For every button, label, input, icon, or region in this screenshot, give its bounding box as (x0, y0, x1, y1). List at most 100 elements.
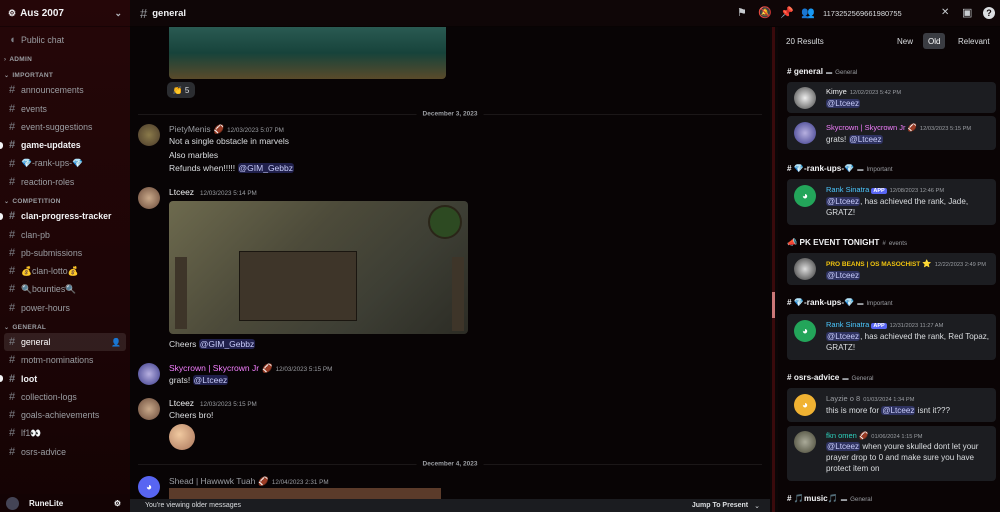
game-screenshot-attachment[interactable] (169, 201, 468, 334)
message-header: Ltceez 12/03/2023 5:14 PM (169, 187, 257, 197)
sort-new-button[interactable]: New (892, 33, 918, 49)
message[interactable]: Skycrown | Skycrown Jr 🏈 12/03/2023 5:15 P… (138, 363, 762, 389)
result-channel-header[interactable]: # 💎-rank-ups-💎 ▬ Important (787, 298, 893, 308)
message[interactable]: PietyMenis 🏈 12/03/2023 5:07 PM Not a sing… (138, 124, 762, 179)
jump-to-present-button[interactable]: Jump To Present (692, 502, 748, 509)
discord-icon[interactable]: ◕ (794, 320, 816, 342)
mention[interactable]: @Ltceez (192, 375, 229, 385)
sidebar-item-game-updates[interactable]: # game-updates (0, 136, 130, 154)
sidebar-item-bounties[interactable]: # 🔍bounties🔍 (0, 280, 130, 298)
username: RuneLite (29, 498, 64, 508)
mention[interactable]: @Ltceez (826, 442, 861, 451)
search-result[interactable]: ◕ Rank Sinatra APP 12/31/2023 11:27 AM @Lt… (787, 314, 996, 360)
search-result[interactable]: ◕ Layzie o 8 01/03/2024 1:34 PM this is m… (787, 388, 996, 422)
discord-icon[interactable]: ◕ (138, 476, 160, 498)
mention[interactable]: @Ltceez (826, 332, 861, 341)
help-icon[interactable]: ? (983, 7, 995, 19)
sort-old-button[interactable]: Old (923, 33, 946, 49)
close-icon[interactable]: ✕ (941, 7, 949, 18)
hash-icon: # (9, 445, 16, 458)
avatar[interactable] (138, 363, 160, 385)
reaction-button[interactable]: 👏 5 (167, 82, 195, 98)
avatar[interactable] (138, 187, 160, 209)
sidebar-item-rank-ups[interactable]: # 💎-rank-ups-💎 (0, 154, 130, 172)
category-important[interactable]: ⌄ IMPORTANT (0, 65, 130, 81)
members-icon[interactable]: 👥 (801, 6, 815, 19)
image-attachment[interactable] (169, 27, 446, 79)
sidebar-item-power-hours[interactable]: # power-hours (0, 299, 130, 317)
message[interactable]: Ltceez 12/03/2023 5:15 PM Cheers bro! (138, 398, 762, 458)
mention[interactable]: @Ltceez (881, 406, 916, 415)
result-channel-header[interactable]: # 💎-rank-ups-💎 ▬ Important (787, 164, 893, 174)
threads-icon[interactable]: ⚑ (737, 6, 747, 19)
mention[interactable]: @GIM_Gebbz (198, 339, 256, 349)
hash-icon: # (9, 246, 16, 259)
avatar[interactable] (794, 87, 816, 109)
add-user-icon[interactable]: 👤 (111, 338, 121, 347)
search-result[interactable]: Skycrown | Skycrown Jr 🏈 12/03/2023 5:15 … (787, 116, 996, 150)
discord-icon[interactable]: ◕ (794, 394, 816, 416)
sidebar-item-events[interactable]: # events (0, 100, 130, 118)
hash-icon: # (9, 228, 16, 241)
page-title: general (152, 7, 187, 19)
category-competition[interactable]: ⌄ COMPETITION (0, 191, 130, 207)
hash-icon: # (9, 157, 16, 170)
sidebar-item-reaction-roles[interactable]: # reaction-roles (0, 173, 130, 191)
avatar[interactable] (794, 258, 816, 280)
sidebar-item-public-chat[interactable]: ◖ Public chat (0, 31, 130, 49)
avatar[interactable] (138, 398, 160, 420)
mention[interactable]: @Ltceez (826, 271, 861, 280)
category-general[interactable]: ⌄ GENERAL (0, 317, 130, 333)
sidebar-item-clan-progress-tracker[interactable]: # clan-progress-tracker (0, 207, 130, 225)
sidebar-item-lf1[interactable]: # lf1👀 (0, 424, 130, 442)
avatar[interactable] (794, 122, 816, 144)
message-header: Shead | Hawwwk Tuah 🏈 12/04/2023 2:31 PM (169, 476, 329, 486)
result-channel-header[interactable]: # osrs-advice ▬ General (787, 373, 874, 382)
sidebar-item-pb-submissions[interactable]: # pb-submissions (0, 244, 130, 262)
sticker[interactable] (169, 424, 195, 450)
result-channel-header[interactable]: 📣 PK EVENT TONIGHT # events (787, 238, 907, 248)
avatar[interactable] (138, 124, 160, 146)
search-result[interactable]: Kimye 12/02/2023 5:42 PM @Ltceez (787, 82, 996, 113)
scrollbar-thumb[interactable] (772, 292, 775, 318)
star-icon: ⭐ (922, 259, 932, 268)
server-header[interactable]: ⚙ Aus 2007 ⌄ (0, 0, 130, 27)
sidebar-item-clan-pb[interactable]: # clan-pb (0, 225, 130, 243)
pin-icon[interactable]: 📌 (780, 6, 794, 19)
sidebar-item-motm-nominations[interactable]: # motm-nominations (0, 351, 130, 369)
sort-relevant-button[interactable]: Relevant (953, 33, 995, 49)
search-result[interactable]: PRO BEANS | OS MASOCHIST ⭐ 12/22/2023 2:4… (787, 253, 996, 285)
discord-icon[interactable]: ◕ (794, 185, 816, 207)
sidebar-item-loot[interactable]: # loot (0, 369, 130, 387)
avatar[interactable] (794, 431, 816, 453)
sidebar-item-announcements[interactable]: # announcements (0, 81, 130, 99)
mention[interactable]: @Ltceez (826, 99, 861, 108)
inbox-icon[interactable]: ▣ (962, 6, 972, 19)
message-header: Skycrown | Skycrown Jr 🏈 12/03/2023 5:15 P… (169, 363, 333, 373)
category-admin[interactable]: › ADMIN (0, 49, 130, 65)
result-channel-header[interactable]: # 🎵music🎵 ▬ General (787, 494, 872, 504)
sidebar-item-event-suggestions[interactable]: # event-suggestions (0, 118, 130, 136)
scrollbar[interactable] (772, 27, 775, 512)
result-channel-header[interactable]: # general ▬ General (787, 67, 857, 76)
mention[interactable]: @Ltceez (826, 197, 861, 206)
settings-icon[interactable]: ⚙ (114, 499, 121, 508)
badge-icon: 🏈 (258, 476, 269, 486)
sidebar-item-general[interactable]: # general 👤 (4, 332, 126, 352)
hash-icon: # (9, 336, 16, 348)
sidebar-item-osrs-advice[interactable]: # osrs-advice (0, 443, 130, 461)
search-result[interactable]: ◕ Rank Sinatra APP 12/08/2023 12:46 PM @Lt… (787, 179, 996, 225)
sidebar-item-clan-lotto[interactable]: # 💰clan-lotto💰 (0, 262, 130, 280)
mention[interactable]: @Ltceez (848, 135, 883, 144)
mention[interactable]: @GIM_Gebbz (237, 163, 294, 173)
sidebar-item-collection-logs[interactable]: # collection-logs (0, 388, 130, 406)
hash-icon: # (787, 373, 792, 382)
search-input[interactable]: 1173252569661980755 (823, 9, 902, 18)
hash-icon: # (9, 102, 16, 115)
megaphone-icon: 📣 (787, 238, 798, 247)
badge-icon: 🏈 (262, 363, 273, 373)
avatar[interactable] (6, 496, 19, 510)
search-result[interactable]: fkn omen 🏈 01/06/2024 1:15 PM @Ltceez whe… (787, 426, 996, 481)
sidebar-item-goals-achievements[interactable]: # goals-achievements (0, 406, 130, 424)
mute-bell-icon[interactable]: 🔕 (758, 6, 772, 19)
